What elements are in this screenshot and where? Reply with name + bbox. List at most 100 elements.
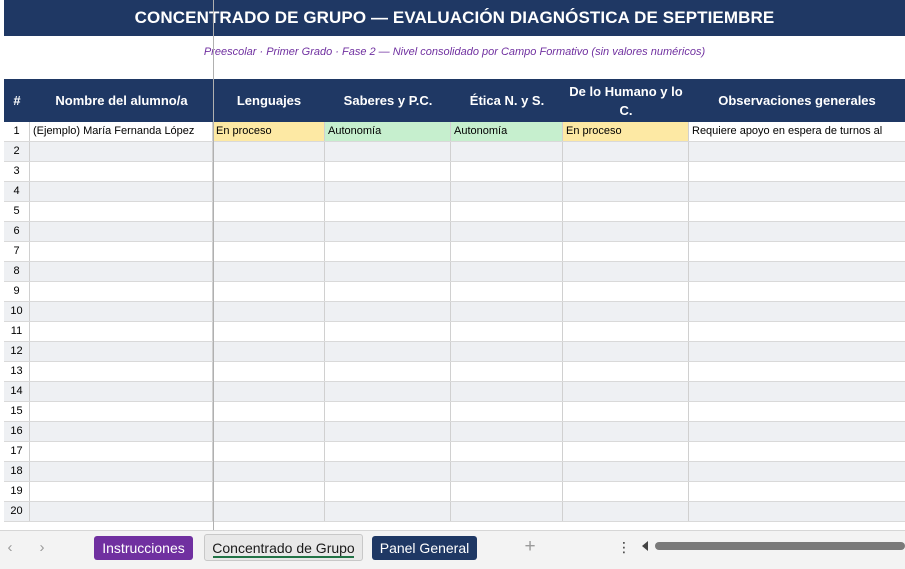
- empty-cell[interactable]: [563, 402, 689, 421]
- empty-cell[interactable]: [451, 402, 563, 421]
- empty-cell[interactable]: [451, 202, 563, 221]
- empty-cell[interactable]: [689, 282, 905, 301]
- empty-cell[interactable]: [213, 442, 325, 461]
- row-number[interactable]: 2: [4, 142, 30, 161]
- empty-cell[interactable]: [30, 362, 213, 381]
- header-student-name[interactable]: Nombre del alumno/a: [30, 79, 213, 122]
- empty-cell[interactable]: [563, 202, 689, 221]
- empty-cell[interactable]: [30, 462, 213, 481]
- empty-cell[interactable]: [563, 162, 689, 181]
- empty-cell[interactable]: [563, 422, 689, 441]
- empty-cell[interactable]: [213, 242, 325, 261]
- empty-cell[interactable]: [689, 142, 905, 161]
- empty-cell[interactable]: [30, 422, 213, 441]
- empty-cell[interactable]: [325, 202, 451, 221]
- empty-cell[interactable]: [30, 242, 213, 261]
- empty-cell[interactable]: [451, 362, 563, 381]
- empty-cell[interactable]: [451, 482, 563, 501]
- empty-cell[interactable]: [213, 262, 325, 281]
- plus-icon[interactable]: +: [520, 536, 540, 558]
- empty-cell[interactable]: [451, 322, 563, 341]
- row-number[interactable]: 16: [4, 422, 30, 441]
- empty-cell[interactable]: [30, 442, 213, 461]
- empty-cell[interactable]: [325, 242, 451, 261]
- empty-cell[interactable]: [563, 482, 689, 501]
- empty-cell[interactable]: [689, 382, 905, 401]
- header-lenguajes[interactable]: Lenguajes: [213, 79, 325, 122]
- empty-cell[interactable]: [213, 202, 325, 221]
- row-number[interactable]: 8: [4, 262, 30, 281]
- empty-cell[interactable]: [563, 462, 689, 481]
- empty-cell[interactable]: [325, 182, 451, 201]
- empty-cell[interactable]: [30, 202, 213, 221]
- empty-cell[interactable]: [30, 162, 213, 181]
- chevron-right-icon[interactable]: ›: [34, 539, 50, 556]
- empty-cell[interactable]: [689, 362, 905, 381]
- empty-cell[interactable]: [689, 442, 905, 461]
- empty-cell[interactable]: [325, 502, 451, 521]
- empty-cell[interactable]: [325, 462, 451, 481]
- empty-cell[interactable]: [451, 222, 563, 241]
- empty-cell[interactable]: [213, 382, 325, 401]
- header-observaciones[interactable]: Observaciones generales: [689, 79, 905, 122]
- row-number[interactable]: 20: [4, 502, 30, 521]
- empty-cell[interactable]: [451, 342, 563, 361]
- empty-cell[interactable]: [213, 462, 325, 481]
- row-number[interactable]: 19: [4, 482, 30, 501]
- empty-cell[interactable]: [213, 182, 325, 201]
- empty-cell[interactable]: [451, 382, 563, 401]
- scroll-left-icon[interactable]: [642, 541, 648, 551]
- saberes-cell[interactable]: Autonomía: [325, 122, 451, 141]
- empty-cell[interactable]: [451, 442, 563, 461]
- empty-cell[interactable]: [213, 422, 325, 441]
- row-number[interactable]: 13: [4, 362, 30, 381]
- empty-cell[interactable]: [30, 302, 213, 321]
- empty-cell[interactable]: [689, 462, 905, 481]
- empty-cell[interactable]: [325, 482, 451, 501]
- horizontal-scrollbar[interactable]: [655, 542, 905, 550]
- empty-cell[interactable]: [30, 482, 213, 501]
- empty-cell[interactable]: [563, 502, 689, 521]
- row-number[interactable]: 1: [4, 122, 30, 141]
- lenguajes-cell[interactable]: En proceso: [213, 122, 325, 141]
- empty-cell[interactable]: [563, 182, 689, 201]
- student-name-cell[interactable]: (Ejemplo) María Fernanda López: [30, 122, 213, 141]
- empty-cell[interactable]: [689, 222, 905, 241]
- row-number[interactable]: 9: [4, 282, 30, 301]
- header-etica[interactable]: Ética N. y S.: [451, 79, 563, 122]
- empty-cell[interactable]: [563, 342, 689, 361]
- empty-cell[interactable]: [325, 302, 451, 321]
- empty-cell[interactable]: [325, 402, 451, 421]
- empty-cell[interactable]: [325, 142, 451, 161]
- empty-cell[interactable]: [213, 482, 325, 501]
- empty-cell[interactable]: [213, 282, 325, 301]
- empty-cell[interactable]: [30, 502, 213, 521]
- empty-cell[interactable]: [689, 202, 905, 221]
- header-saberes[interactable]: Saberes y P.C.: [325, 79, 451, 122]
- empty-cell[interactable]: [563, 302, 689, 321]
- empty-cell[interactable]: [451, 162, 563, 181]
- empty-cell[interactable]: [689, 402, 905, 421]
- empty-cell[interactable]: [30, 282, 213, 301]
- empty-cell[interactable]: [451, 422, 563, 441]
- empty-cell[interactable]: [689, 482, 905, 501]
- empty-cell[interactable]: [213, 322, 325, 341]
- chevron-left-icon[interactable]: ‹: [2, 539, 18, 556]
- empty-cell[interactable]: [30, 222, 213, 241]
- empty-cell[interactable]: [213, 302, 325, 321]
- empty-cell[interactable]: [213, 502, 325, 521]
- empty-cell[interactable]: [689, 502, 905, 521]
- empty-cell[interactable]: [30, 342, 213, 361]
- empty-cell[interactable]: [689, 422, 905, 441]
- empty-cell[interactable]: [563, 282, 689, 301]
- empty-cell[interactable]: [325, 342, 451, 361]
- empty-cell[interactable]: [325, 362, 451, 381]
- empty-cell[interactable]: [451, 462, 563, 481]
- empty-cell[interactable]: [30, 382, 213, 401]
- empty-cell[interactable]: [325, 162, 451, 181]
- empty-cell[interactable]: [563, 242, 689, 261]
- empty-cell[interactable]: [213, 222, 325, 241]
- empty-cell[interactable]: [325, 282, 451, 301]
- empty-cell[interactable]: [689, 162, 905, 181]
- empty-cell[interactable]: [213, 142, 325, 161]
